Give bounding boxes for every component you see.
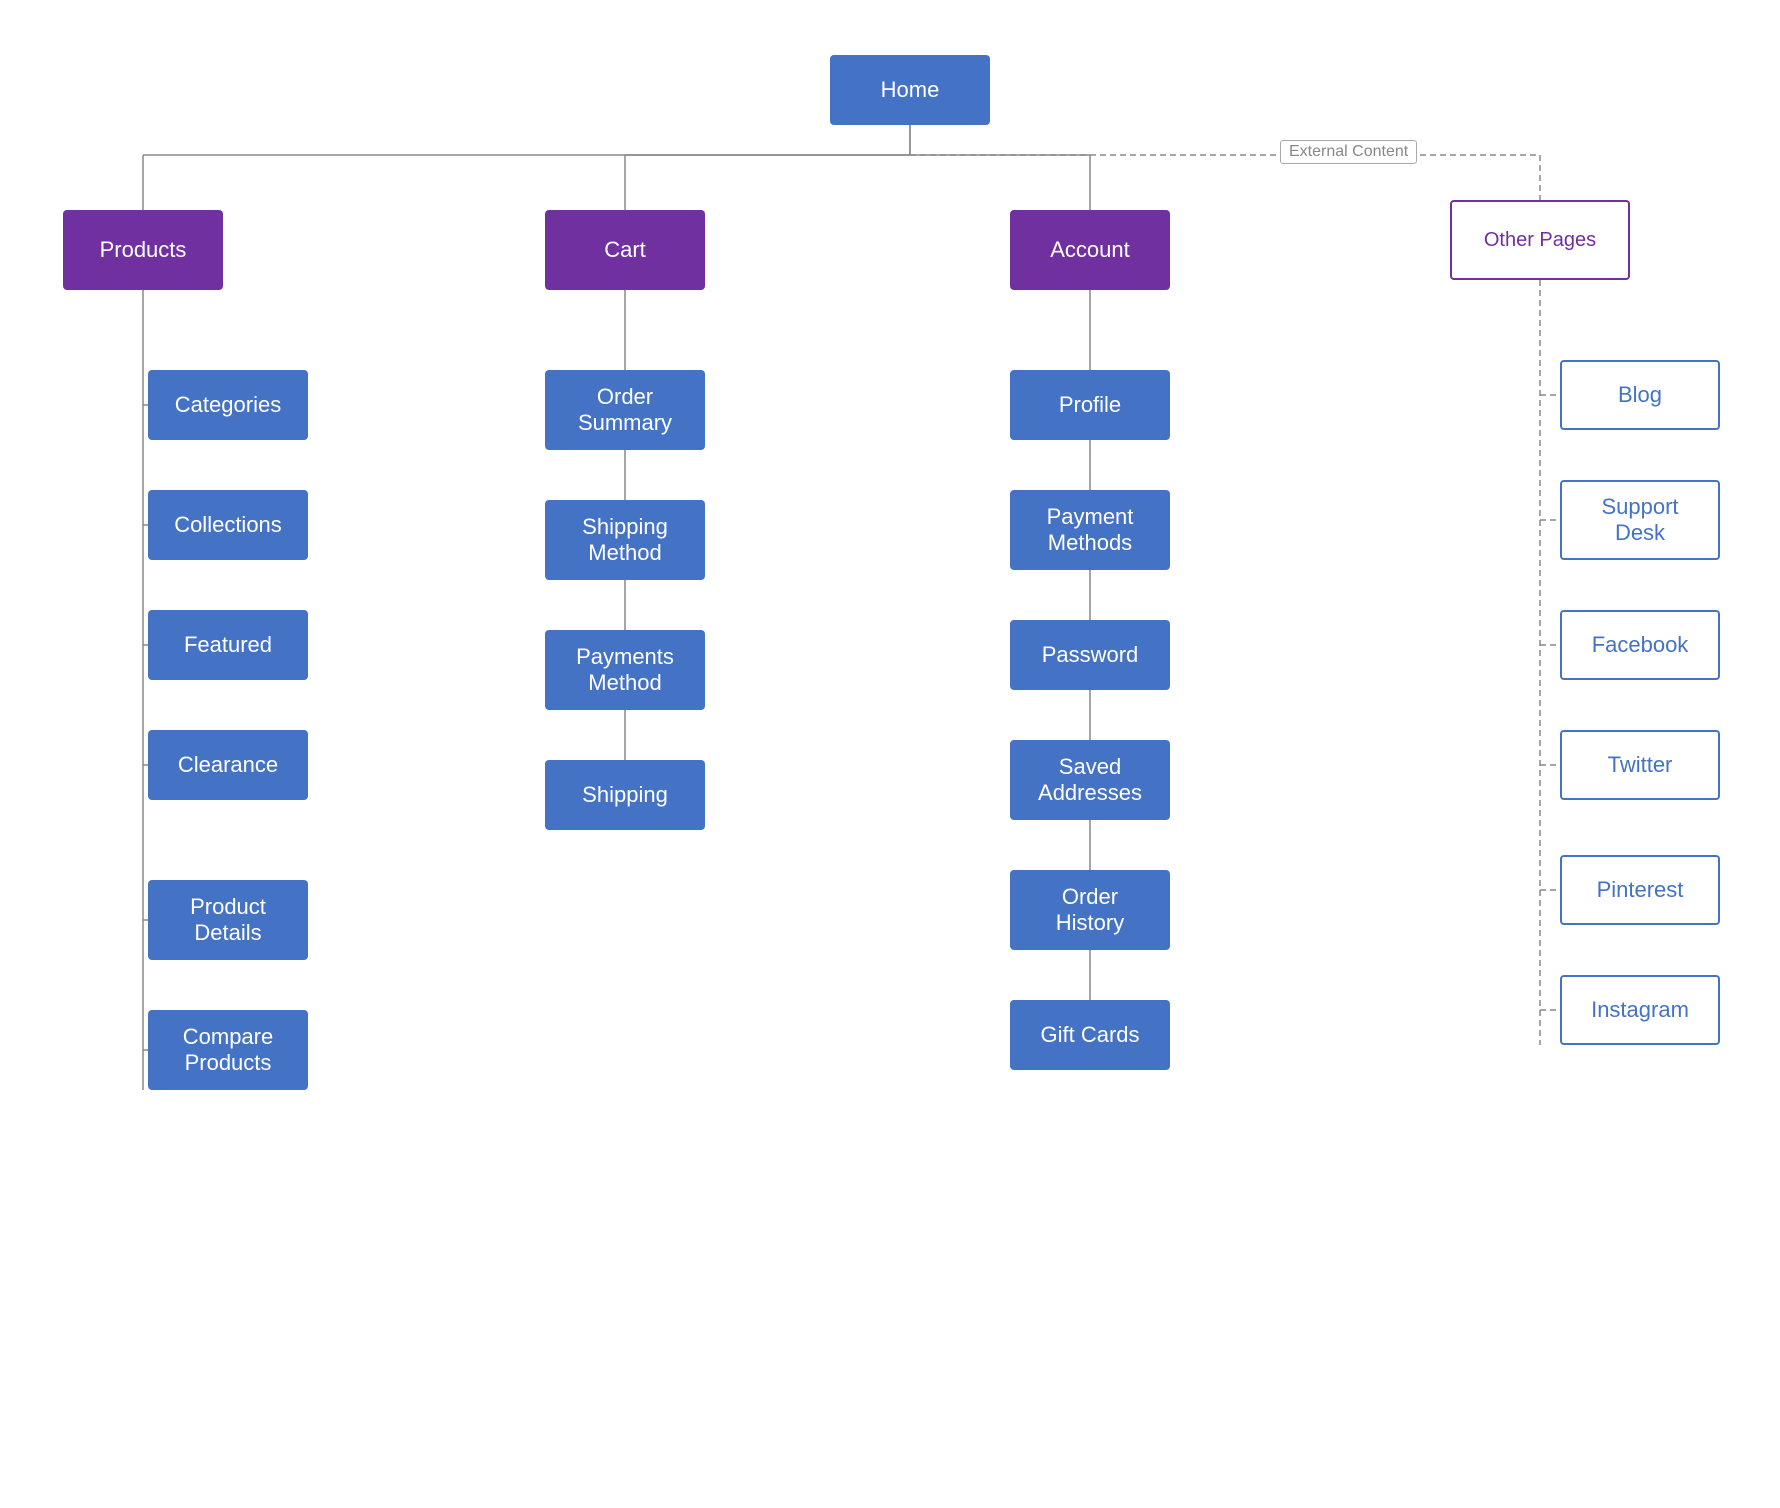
products-node: Products [63,210,223,290]
support-desk-node: Support Desk [1560,480,1720,560]
gift-cards-node: Gift Cards [1010,1000,1170,1070]
order-history-node: Order History [1010,870,1170,950]
cart-node: Cart [545,210,705,290]
featured-node: Featured [148,610,308,680]
saved-addresses-node: Saved Addresses [1010,740,1170,820]
categories-node: Categories [148,370,308,440]
payment-methods-node: Payment Methods [1010,490,1170,570]
other-pages-node: Other Pages [1450,200,1630,280]
instagram-node: Instagram [1560,975,1720,1045]
product-details-node: Product Details [148,880,308,960]
site-map-diagram: External Content Home Products Cart Acco… [0,0,1780,1508]
account-node: Account [1010,210,1170,290]
pinterest-node: Pinterest [1560,855,1720,925]
blog-node: Blog [1560,360,1720,430]
facebook-node: Facebook [1560,610,1720,680]
shipping-node: Shipping [545,760,705,830]
payments-method-node: Payments Method [545,630,705,710]
password-node: Password [1010,620,1170,690]
collections-node: Collections [148,490,308,560]
clearance-node: Clearance [148,730,308,800]
home-node: Home [830,55,990,125]
order-summary-node: Order Summary [545,370,705,450]
shipping-method-node: Shipping Method [545,500,705,580]
compare-products-node: Compare Products [148,1010,308,1090]
twitter-node: Twitter [1560,730,1720,800]
profile-node: Profile [1010,370,1170,440]
external-content-label: External Content [1280,140,1417,164]
